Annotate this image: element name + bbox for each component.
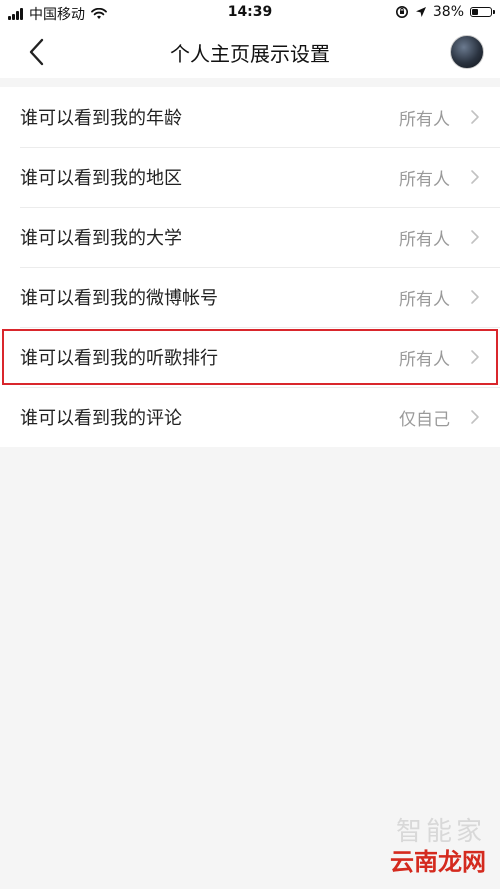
row-label: 谁可以看到我的评论	[20, 408, 182, 429]
status-right: 38%	[395, 4, 495, 20]
nav-bar: 个人主页展示设置	[0, 26, 500, 78]
orientation-lock-icon	[395, 6, 408, 18]
settings-list: 谁可以看到我的年龄 所有人 谁可以看到我的地区 所有人 谁可以看到我的大学 所有…	[0, 87, 500, 447]
row-label: 谁可以看到我的年龄	[20, 108, 182, 129]
status-bar: 中国移动 14:39 38%	[0, 0, 500, 26]
watermark-bottom: 云南龙网	[390, 848, 486, 876]
chevron-right-icon	[471, 290, 479, 304]
chevron-right-icon	[471, 230, 479, 244]
row-value: 所有人	[399, 349, 450, 370]
row-value: 所有人	[399, 229, 450, 250]
settings-row-university[interactable]: 谁可以看到我的大学 所有人	[0, 207, 500, 267]
chevron-right-icon	[471, 410, 479, 424]
row-value: 仅自己	[399, 409, 450, 430]
row-value: 所有人	[399, 109, 450, 130]
battery-icon	[470, 7, 495, 17]
row-label: 谁可以看到我的微博帐号	[20, 288, 218, 309]
page-title: 个人主页展示设置	[170, 42, 330, 66]
settings-row-music-ranking[interactable]: 谁可以看到我的听歌排行 所有人	[0, 327, 500, 387]
watermark: 智能家 云南龙网	[390, 811, 486, 877]
chevron-right-icon	[471, 110, 479, 124]
row-label: 谁可以看到我的地区	[20, 168, 182, 189]
row-label: 谁可以看到我的听歌排行	[20, 348, 218, 369]
row-value: 所有人	[399, 289, 450, 310]
chevron-right-icon	[471, 350, 479, 364]
settings-row-weibo[interactable]: 谁可以看到我的微博帐号 所有人	[0, 267, 500, 327]
row-value: 所有人	[399, 169, 450, 190]
chevron-right-icon	[471, 170, 479, 184]
avatar[interactable]	[450, 35, 484, 69]
battery-percent: 38%	[432, 4, 464, 20]
location-icon	[415, 7, 426, 17]
row-label: 谁可以看到我的大学	[20, 228, 182, 249]
battery-fill	[472, 9, 478, 15]
settings-row-region[interactable]: 谁可以看到我的地区 所有人	[0, 147, 500, 207]
settings-row-age[interactable]: 谁可以看到我的年龄 所有人	[0, 87, 500, 147]
settings-row-comments[interactable]: 谁可以看到我的评论 仅自己	[0, 387, 500, 447]
